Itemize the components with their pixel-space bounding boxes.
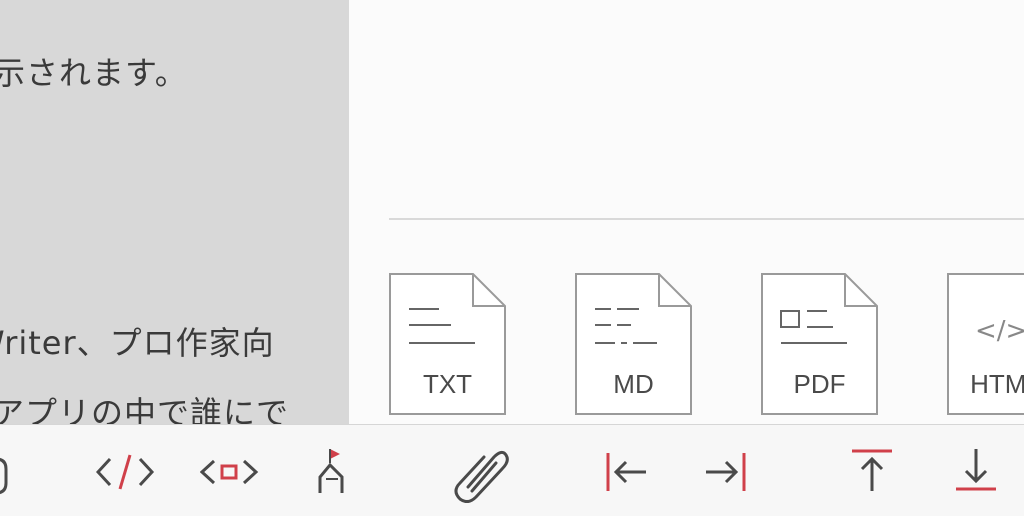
attachment-button[interactable] [448,443,512,503]
document-text-line: Writer、プロ作家向 [0,324,275,362]
preview-tag-icon [200,459,259,485]
tag-person-icon [318,449,344,493]
code-tag-icon [96,454,155,490]
export-md-button[interactable]: MD [575,273,692,415]
partial-icon [0,457,8,495]
export-pdf-button[interactable]: PDF [761,273,878,415]
jump-to-line-start-icon [606,453,646,491]
attachment-icon [454,450,509,503]
jump-to-line-end-icon [706,453,746,491]
export-html-button[interactable]: </> HTML [947,273,1024,415]
file-format-label: HTML [970,369,1024,399]
export-txt-button[interactable]: TXT [389,273,506,415]
document-text-line: 表示されます。 [0,54,188,92]
html-glyph: </> [975,316,1024,346]
jump-line-end-button[interactable] [700,443,760,503]
jump-to-top-button[interactable] [842,443,902,503]
divider [389,218,1024,220]
editor-toolbar [0,424,1024,516]
file-format-label: PDF [793,369,846,399]
jump-to-top-icon [852,449,892,491]
document-editor-pane[interactable]: 表示されます。 Writer、プロ作家向 アプリの中で誰にで [0,0,349,424]
toolbar-partial-button[interactable] [0,443,10,503]
file-format-label: TXT [422,369,473,399]
jump-line-start-button[interactable] [600,443,660,503]
file-format-label: MD [613,369,654,399]
code-tag-button[interactable] [96,443,156,503]
document-text-line: アプリの中で誰にで [0,394,290,424]
preview-tag-button[interactable] [200,443,260,503]
jump-to-bottom-icon [956,449,996,491]
tag-person-button[interactable] [306,443,366,503]
jump-to-bottom-button[interactable] [946,443,1006,503]
